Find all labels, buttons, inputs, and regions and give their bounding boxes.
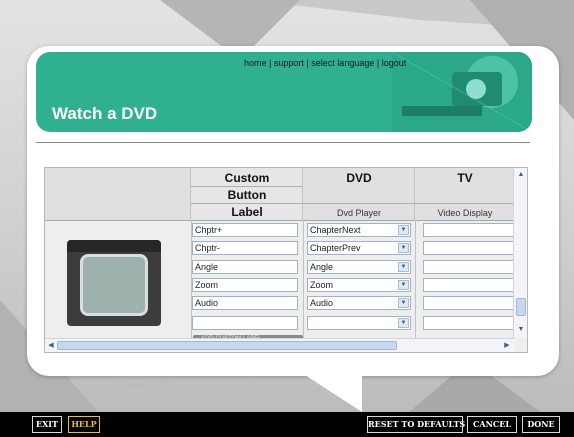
exit-button[interactable]: EXIT [32, 416, 62, 433]
help-button[interactable]: HELP [68, 416, 100, 433]
header-divider [36, 142, 530, 143]
column-header-dvd: DVD [346, 171, 372, 185]
chevron-down-icon[interactable]: ▼ [398, 262, 409, 272]
done-button[interactable]: DONE [522, 416, 560, 433]
header-rule [303, 203, 415, 204]
tv-function-cell-6[interactable] [423, 316, 515, 330]
column-header-custom-line2: Button [227, 188, 267, 202]
copyright-text: © Logitech 2005 [112, 380, 171, 389]
arrow-down-icon[interactable]: ▼ [516, 325, 526, 335]
dvd-function-select-4[interactable]: Zoom ▼ [307, 278, 411, 292]
column-header-custom-line1: Custom [224, 171, 270, 185]
header-rule [191, 186, 303, 187]
header-bottom-rule [45, 220, 515, 221]
remote-control-preview [67, 240, 161, 326]
custom-label-input-3[interactable]: Angle [192, 260, 298, 274]
dvd-function-select-3[interactable]: Angle ▼ [307, 260, 411, 274]
custom-label-input-6[interactable] [192, 316, 298, 330]
chevron-down-icon[interactable]: ▼ [398, 280, 409, 290]
column-subheader-dvd: Dvd Player [336, 208, 381, 218]
column-subheader-tv: Video Display [437, 208, 493, 218]
chevron-down-icon[interactable]: ▼ [398, 225, 409, 235]
dvd-select-value: Audio [310, 298, 334, 308]
chevron-down-icon[interactable]: ▼ [398, 298, 409, 308]
custom-label-input-2[interactable]: Chptr- [192, 241, 298, 255]
column-header-custom-line3: Label [231, 205, 263, 219]
dvd-select-value: ChapterNext [310, 225, 361, 235]
nav-support-link[interactable]: support [274, 58, 304, 68]
chevron-down-icon[interactable]: ▼ [398, 318, 409, 328]
dvd-select-value: Zoom [310, 280, 334, 290]
column-header-tv: TV [457, 171, 473, 185]
arrow-left-icon[interactable]: ◀ [46, 340, 56, 351]
banner-photo [392, 52, 532, 132]
nav-separator: | [306, 58, 309, 68]
arrow-up-icon[interactable]: ▲ [516, 170, 526, 180]
nav-separator: | [269, 58, 272, 68]
dvd-function-select-6[interactable]: ▼ [307, 316, 411, 330]
tv-function-cell-5[interactable] [423, 296, 515, 310]
header-rule [191, 203, 303, 204]
tv-function-cell-2[interactable] [423, 241, 515, 255]
button-mapping-grid: Custom Button Label DVD Dvd Player TV Vi… [44, 167, 528, 353]
dvd-function-select-5[interactable]: Audio ▼ [307, 296, 411, 310]
dvd-function-select-1[interactable]: ChapterNext ▼ [307, 223, 411, 237]
tv-function-cell-3[interactable] [423, 260, 515, 274]
horizontal-scroll-thumb[interactable] [57, 341, 397, 350]
dvd-select-value: ChapterPrev [310, 243, 361, 253]
custom-label-input-1[interactable]: Chptr+ [192, 223, 298, 237]
nav-logout-link[interactable]: logout [382, 58, 407, 68]
top-navigation: home | support | select language | logou… [244, 58, 406, 68]
remote-screen [80, 254, 148, 316]
arrow-right-icon[interactable]: ▶ [502, 340, 512, 351]
reset-to-defaults-button[interactable]: RESET TO DEFAULTS [367, 416, 465, 433]
header-banner: home | support | select language | logou… [36, 52, 532, 132]
nav-separator: | [376, 58, 380, 68]
tv-function-cell-4[interactable] [423, 278, 515, 292]
tv-function-cell-1[interactable] [423, 223, 515, 237]
chevron-down-icon[interactable]: ▼ [398, 243, 409, 253]
bottom-action-bar: EXIT HELP RESET TO DEFAULTS CANCEL DONE [0, 412, 574, 437]
header-rule [415, 203, 515, 204]
dvd-select-value: Angle [310, 262, 334, 272]
nav-home-link[interactable]: home [244, 58, 267, 68]
column-divider [415, 220, 416, 340]
remote-topbar [67, 240, 161, 252]
grid-header-left [45, 168, 191, 220]
custom-label-input-4[interactable]: Zoom [192, 278, 298, 292]
custom-label-input-5[interactable]: Audio [192, 296, 298, 310]
dvd-function-select-2[interactable]: ChapterPrev ▼ [307, 241, 411, 255]
nav-select-language-link[interactable]: select language [311, 58, 374, 68]
horizontal-scrollbar[interactable]: ◀ ▶ [45, 338, 515, 352]
cancel-button[interactable]: CANCEL [467, 416, 517, 433]
vertical-scrollbar[interactable]: ▲ ▼ [513, 168, 527, 338]
vertical-scroll-thumb[interactable] [516, 298, 526, 316]
column-divider [303, 220, 304, 340]
page-title: Watch a DVD [52, 104, 158, 123]
